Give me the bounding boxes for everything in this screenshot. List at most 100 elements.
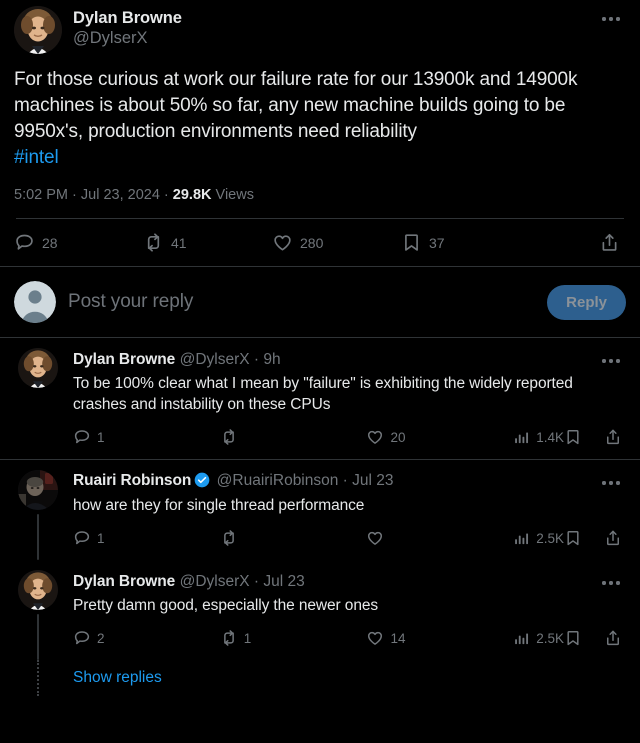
- more-horizontal-icon[interactable]: [596, 8, 626, 30]
- avatar[interactable]: [14, 281, 56, 323]
- reply-count: 1: [97, 530, 105, 546]
- author-name[interactable]: Dylan Browne: [73, 8, 585, 28]
- retweet-button[interactable]: [220, 428, 367, 446]
- bookmark-button[interactable]: [564, 629, 582, 647]
- reply-header: Dylan Browne @DylserX · 9h: [73, 348, 626, 372]
- tweet-body-line-2: machines is about 50% so far, any new ma…: [14, 95, 566, 116]
- retweet-count: 41: [171, 234, 187, 251]
- reply-input-placeholder[interactable]: Post your reply: [68, 291, 535, 313]
- reply-separator: ·: [249, 351, 264, 368]
- author-handle[interactable]: @DylserX: [73, 28, 585, 49]
- reply-author-name[interactable]: Ruairi Robinson: [73, 472, 191, 489]
- bookmark-icon: [564, 629, 582, 647]
- like-button[interactable]: 14: [366, 629, 513, 647]
- views-button[interactable]: 2.5K: [513, 630, 564, 647]
- views-label: Views: [215, 187, 254, 203]
- hashtag-link[interactable]: #intel: [14, 147, 59, 168]
- avatar[interactable]: [18, 570, 58, 610]
- bookmark-button[interactable]: 37: [401, 232, 530, 253]
- heart-icon: [366, 428, 384, 446]
- more-horizontal-icon[interactable]: [596, 350, 626, 372]
- reply-avatar-column: [14, 470, 62, 560]
- reply-content: Ruairi Robinson @RuairiRobinson · Jul 23…: [62, 470, 626, 560]
- views-button[interactable]: 2.5K: [513, 530, 564, 547]
- share-icon: [604, 529, 622, 547]
- main-tweet-action-bar: 28 41 280 37: [14, 219, 626, 266]
- more-horizontal-icon[interactable]: [596, 572, 626, 594]
- reply-author-line: Ruairi Robinson @RuairiRobinson · Jul 23: [73, 471, 596, 494]
- reply-author-name[interactable]: Dylan Browne: [73, 573, 175, 590]
- reply-timestamp[interactable]: Jul 23: [263, 573, 304, 590]
- analytics-bars-icon: [513, 630, 530, 647]
- retweet-icon: [220, 529, 238, 547]
- reply-author-line: Dylan Browne @DylserX · Jul 23: [73, 572, 596, 592]
- tweet-body-line-3: 9950x's, production environments need re…: [14, 121, 417, 142]
- like-count: 20: [390, 429, 406, 445]
- retweet-icon: [220, 629, 238, 647]
- share-button[interactable]: [599, 232, 620, 253]
- reply-author-handle[interactable]: @DylserX: [180, 573, 250, 590]
- bookmark-button[interactable]: [564, 529, 582, 547]
- reply-text: how are they for single thread performan…: [73, 497, 365, 514]
- like-button[interactable]: [366, 529, 513, 547]
- reply-button[interactable]: 2: [73, 629, 220, 647]
- tweet-time: 5:02 PM: [14, 187, 68, 203]
- thread-connector-line: [37, 514, 39, 560]
- share-icon: [604, 428, 622, 446]
- share-button[interactable]: [604, 428, 622, 446]
- main-tweet-body: For those curious at work our failure ra…: [14, 67, 626, 171]
- retweet-icon: [143, 232, 164, 253]
- share-button[interactable]: [604, 529, 622, 547]
- retweet-button[interactable]: [220, 529, 367, 547]
- meta-separator-2: ·: [159, 187, 173, 203]
- views-count: 29.8K: [172, 187, 212, 203]
- reply-composer: Post your reply Reply: [0, 267, 640, 337]
- reply-action-bar: 2 1 14 2.5K: [73, 618, 626, 658]
- share-button[interactable]: [604, 629, 622, 647]
- reply-submit-button[interactable]: Reply: [547, 284, 626, 320]
- reply-bubble-icon: [73, 529, 91, 547]
- like-button[interactable]: 280: [272, 232, 401, 253]
- reply-author-handle[interactable]: @DylserX: [180, 351, 250, 368]
- reply-timestamp[interactable]: 9h: [263, 351, 280, 368]
- main-tweet: Dylan Browne @DylserX For those curious …: [0, 0, 640, 266]
- reply-text: Pretty damn good, especially the newer o…: [73, 597, 379, 614]
- tweet-date: Jul 23, 2024: [80, 187, 160, 203]
- analytics-bars-icon: [513, 429, 530, 446]
- reply-header: Dylan Browne @DylserX · Jul 23: [73, 570, 626, 594]
- reply-separator: ·: [249, 573, 264, 590]
- reply-text: To be 100% clear what I mean by "failure…: [73, 375, 573, 413]
- reply-content: Dylan Browne @DylserX · Jul 23 Pretty da…: [62, 570, 626, 660]
- heart-icon: [366, 629, 384, 647]
- retweet-button[interactable]: 1: [220, 629, 367, 647]
- views-count: 1.4K: [536, 429, 564, 445]
- avatar[interactable]: [18, 348, 58, 388]
- reply-button[interactable]: 1: [73, 428, 220, 446]
- views-button[interactable]: 1.4K: [513, 429, 564, 446]
- main-tweet-author-block: Dylan Browne @DylserX: [73, 6, 585, 49]
- more-horizontal-icon[interactable]: [596, 472, 626, 494]
- avatar[interactable]: [18, 470, 58, 510]
- tweet-body-line-1: For those curious at work our failure ra…: [14, 69, 578, 90]
- bookmark-icon: [564, 428, 582, 446]
- reply-button[interactable]: 28: [14, 232, 143, 253]
- reply-author-line: Dylan Browne @DylserX · 9h: [73, 350, 596, 370]
- reply-count: 1: [97, 429, 105, 445]
- avatar[interactable]: [14, 6, 62, 54]
- reply-timestamp[interactable]: Jul 23: [352, 472, 393, 489]
- reply-count: 2: [97, 630, 105, 646]
- like-button[interactable]: 20: [366, 428, 513, 446]
- reply-button[interactable]: 1: [73, 529, 220, 547]
- share-icon: [599, 232, 620, 253]
- retweet-button[interactable]: 41: [143, 232, 272, 253]
- reply-item: Ruairi Robinson @RuairiRobinson · Jul 23…: [0, 460, 640, 560]
- reply-bubble-icon: [73, 428, 91, 446]
- bookmark-icon: [401, 232, 422, 253]
- reply-separator: ·: [338, 471, 353, 489]
- show-replies-link[interactable]: Show replies: [62, 660, 162, 696]
- reply-avatar-column: [14, 348, 62, 459]
- reply-author-name[interactable]: Dylan Browne: [73, 351, 175, 368]
- reply-author-handle[interactable]: @RuairiRobinson: [217, 472, 339, 489]
- bookmark-button[interactable]: [564, 428, 582, 446]
- retweet-count: 1: [243, 630, 252, 646]
